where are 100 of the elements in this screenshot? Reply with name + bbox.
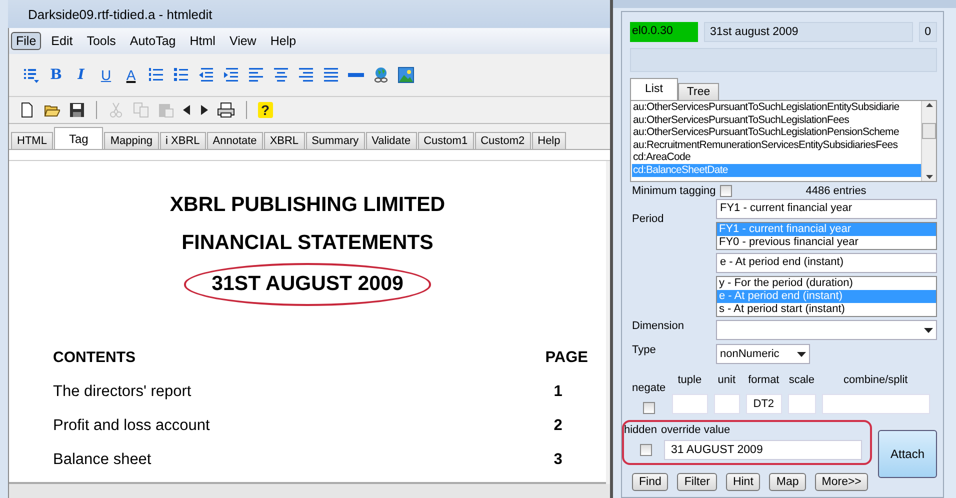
printer-icon[interactable] xyxy=(217,102,235,118)
checkbox-label: Minimum tagging xyxy=(632,185,716,197)
page-number: 3 xyxy=(552,450,564,468)
override-value-field[interactable]: 31 AUGUST 2009 xyxy=(664,440,862,460)
tab[interactable]: Validate xyxy=(366,132,417,149)
period-combo[interactable]: FY1 - current financial year xyxy=(716,199,937,219)
underline-button[interactable]: U xyxy=(98,67,114,83)
element-id-field: el0.0.30 xyxy=(630,22,698,42)
scrollbar-thumb[interactable] xyxy=(922,123,936,139)
input-field[interactable]: DT2 xyxy=(746,394,782,414)
menu-item[interactable]: Edit xyxy=(47,33,77,49)
contents-entry: The directors' report xyxy=(53,382,192,400)
tab[interactable]: XBRL xyxy=(264,132,305,149)
menu-item[interactable]: Help xyxy=(266,33,300,49)
picture-icon[interactable] xyxy=(398,67,414,83)
tab[interactable]: HTML xyxy=(11,132,53,149)
field-label: hidden xyxy=(624,424,658,436)
type-dropdown[interactable]: nonNumeric xyxy=(716,344,810,364)
right-triangle-icon[interactable] xyxy=(200,105,208,115)
contents-entry: Balance sheet xyxy=(53,450,152,468)
align-center-icon[interactable] xyxy=(273,67,289,83)
menu-item[interactable]: File xyxy=(11,32,42,50)
minimum-tagging-checkbox[interactable] xyxy=(720,185,732,197)
up-arrow-icon[interactable] xyxy=(926,103,932,107)
list-item[interactable]: au:OtherServicesPursuantToSuchLegislationPensionScheme xyxy=(632,126,921,139)
field-label: tuple xyxy=(678,374,702,386)
dropdown-caret-icon[interactable] xyxy=(924,328,933,332)
font-color-button[interactable]: A xyxy=(123,67,139,83)
scrollbar[interactable] xyxy=(921,101,936,181)
window-title: Darkside09.rtf-tidied.a - htmledit xyxy=(28,6,212,22)
document-heading: 31ST AUGUST 2009 xyxy=(184,263,432,306)
dialog-button[interactable]: Filter xyxy=(677,473,717,491)
dialog-button[interactable]: Map xyxy=(769,473,806,491)
dimension-label: Dimension xyxy=(631,320,685,334)
bullet-list-icon[interactable] xyxy=(173,67,189,83)
attach-button[interactable]: Attach xyxy=(878,430,937,478)
dropdown-value: nonNumeric xyxy=(720,348,780,360)
contents-heading: CONTENTS xyxy=(53,348,136,366)
globe-link-icon[interactable] xyxy=(373,67,389,83)
help-button[interactable]: ? xyxy=(258,102,273,118)
tab[interactable]: List xyxy=(630,78,678,100)
menu-item[interactable]: Tools xyxy=(82,33,120,49)
dialog-button[interactable]: Hint xyxy=(726,473,760,491)
input-field[interactable] xyxy=(672,394,708,414)
input-field[interactable] xyxy=(714,394,740,414)
tab[interactable]: Custom2 xyxy=(474,132,531,149)
tab[interactable]: Summary xyxy=(306,132,365,149)
field-label: override value xyxy=(661,424,730,436)
dropdown-caret-icon[interactable] xyxy=(797,352,806,356)
numbered-list-icon[interactable] xyxy=(148,67,164,83)
document-heading: FINANCIAL STATEMENTS xyxy=(182,232,434,253)
type-label: Type xyxy=(631,343,657,358)
left-triangle-icon[interactable] xyxy=(183,105,191,115)
document-heading: XBRL PUBLISHING LIMITED xyxy=(170,195,446,216)
tab[interactable]: Tag xyxy=(54,127,104,149)
field-label: format xyxy=(748,374,780,386)
justify-icon[interactable] xyxy=(323,67,339,83)
menu-item[interactable]: Html xyxy=(186,33,220,49)
negate-checkbox[interactable] xyxy=(642,402,655,414)
page-number: 2 xyxy=(552,416,564,434)
input-field[interactable] xyxy=(788,394,816,414)
down-arrow-icon[interactable] xyxy=(926,175,932,179)
list-item[interactable]: au:OtherServicesPursuantToSuchLegislationFees xyxy=(632,114,921,126)
tab[interactable]: Custom1 xyxy=(418,132,474,149)
tab[interactable]: Annotate xyxy=(206,132,263,149)
tab[interactable]: Help xyxy=(532,132,566,149)
outdent-icon[interactable] xyxy=(198,67,214,83)
hidden-checkbox[interactable] xyxy=(640,444,652,456)
italic-button[interactable]: I xyxy=(73,67,89,83)
input-field[interactable] xyxy=(822,394,930,414)
period-type-combo[interactable]: e - At period end (instant) xyxy=(716,253,937,273)
field-label: unit xyxy=(718,374,736,386)
page-heading: PAGE xyxy=(544,348,588,366)
count-field: 0 xyxy=(918,22,937,42)
menu-item[interactable]: View xyxy=(225,33,260,49)
list-item[interactable]: cd:AreaCode xyxy=(632,151,921,164)
dialog-button[interactable]: Find xyxy=(632,473,668,491)
field-label: negate xyxy=(632,382,666,394)
option[interactable]: FY0 - previous financial year xyxy=(717,236,936,249)
list-item[interactable]: au:RecruitmentRemunerationServicesEntitySubsidiariesFees xyxy=(632,138,921,152)
bold-button[interactable]: B xyxy=(48,67,64,83)
contents-entry: Profit and loss account xyxy=(53,416,211,434)
field-label: combine/split xyxy=(844,374,908,386)
indent-icon[interactable] xyxy=(223,67,239,83)
entries-count: 4486 entries xyxy=(806,185,866,197)
option[interactable]: s - At period start (instant) xyxy=(717,303,936,316)
menu-item[interactable]: AutoTag xyxy=(126,33,180,49)
period-label: Period xyxy=(631,212,665,227)
tab[interactable]: i XBRL xyxy=(160,132,206,149)
new-document-icon[interactable] xyxy=(19,102,35,118)
page-number: 1 xyxy=(552,382,564,400)
tab[interactable]: Tree xyxy=(678,83,720,100)
dialog-button[interactable]: More>> xyxy=(814,473,868,491)
list-style-icon[interactable] xyxy=(23,67,39,83)
option[interactable]: y - For the period (duration) xyxy=(717,277,936,290)
align-left-icon[interactable] xyxy=(248,67,264,83)
align-right-icon[interactable] xyxy=(298,67,314,83)
field-label: scale xyxy=(788,374,814,386)
tab[interactable]: Mapping xyxy=(104,132,159,149)
list-item[interactable]: au:OtherServicesPursuantToSuchLegislationEntitySubsidiarie xyxy=(632,101,921,114)
